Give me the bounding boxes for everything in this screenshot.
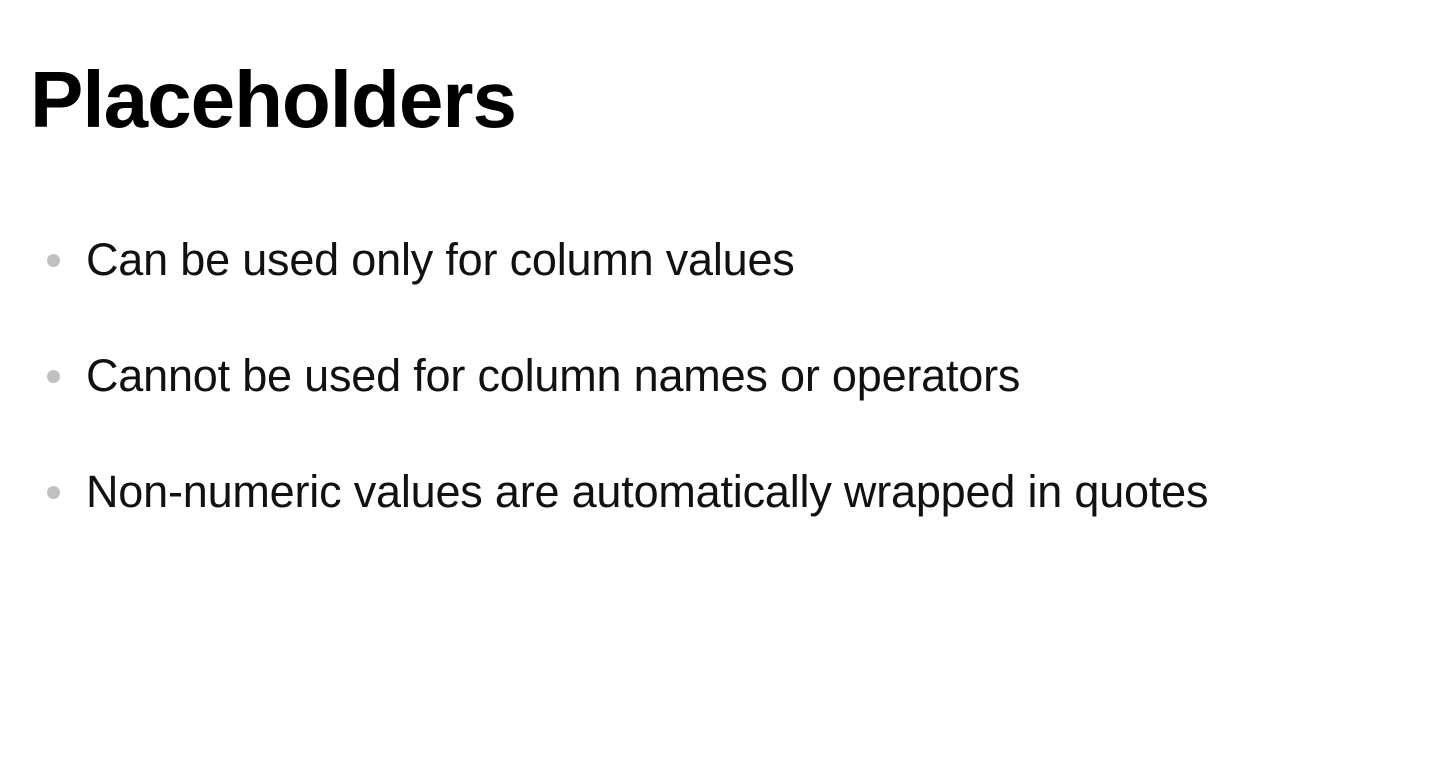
bullet-text: Can be used only for column values (86, 234, 795, 285)
bullet-text: Non-numeric values are automatically wra… (86, 466, 1209, 517)
slide-title: Placeholders (30, 55, 517, 144)
bullet-dot-icon (47, 254, 60, 267)
bullet-dot-icon (47, 370, 60, 383)
bullet-dot-icon (47, 486, 60, 499)
slide: Placeholders Can be used only for column… (0, 0, 1439, 784)
bullet-text: Cannot be used for column names or opera… (86, 350, 1021, 401)
